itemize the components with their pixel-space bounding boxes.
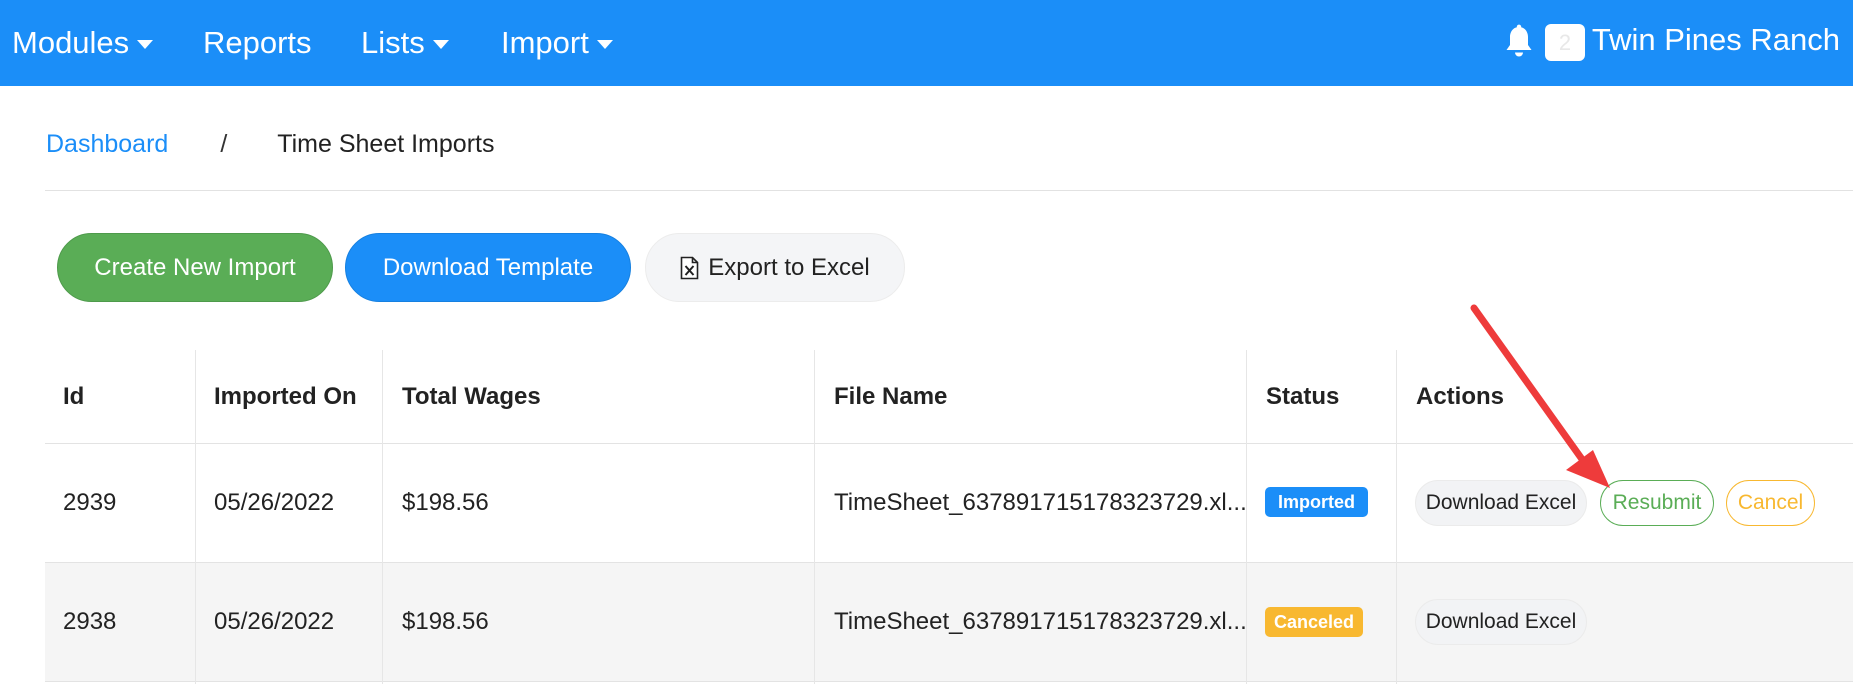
cancel-button[interactable]: Cancel bbox=[1726, 480, 1815, 526]
nav-import-label: Import bbox=[501, 25, 589, 60]
breadcrumb-dashboard-link[interactable]: Dashboard bbox=[46, 130, 168, 159]
resubmit-label: Resubmit bbox=[1612, 491, 1702, 514]
status-badge: Canceled bbox=[1265, 607, 1363, 637]
cell-imported-on: 05/26/2022 bbox=[214, 608, 335, 635]
export-to-excel-button[interactable]: Export to Excel bbox=[645, 233, 905, 302]
chevron-down-icon bbox=[596, 40, 613, 49]
header-divider bbox=[45, 190, 1853, 191]
nav-modules-dropdown[interactable]: Modules bbox=[12, 0, 154, 86]
create-new-import-button[interactable]: Create New Import bbox=[57, 233, 333, 302]
column-header-id[interactable]: Id bbox=[63, 350, 84, 444]
cell-file-name: TimeSheet_637891715178323729.xl... bbox=[834, 489, 1247, 516]
nav-lists-label: Lists bbox=[361, 25, 425, 60]
column-separator bbox=[1396, 350, 1397, 684]
column-separator bbox=[1246, 350, 1247, 684]
create-new-import-label: Create New Import bbox=[94, 253, 296, 281]
annotation-arrow-icon bbox=[1470, 304, 1610, 488]
bell-icon[interactable] bbox=[1503, 24, 1535, 60]
column-separator bbox=[195, 350, 196, 684]
column-header-total-wages[interactable]: Total Wages bbox=[402, 350, 541, 444]
breadcrumb: Dashboard / Time Sheet Imports bbox=[46, 122, 494, 166]
nav-modules-label: Modules bbox=[12, 25, 130, 60]
notification-count-badge[interactable]: 2 bbox=[1545, 24, 1585, 61]
organization-name[interactable]: Twin Pines Ranch bbox=[1592, 0, 1840, 80]
breadcrumb-separator: / bbox=[220, 129, 228, 158]
cell-id: 2939 bbox=[63, 489, 117, 516]
row-divider bbox=[45, 681, 1853, 682]
table-row: 2938 05/26/2022 $198.56 TimeSheet_637891… bbox=[45, 563, 1853, 681]
cancel-label: Cancel bbox=[1737, 491, 1804, 514]
breadcrumb-current-page: Time Sheet Imports bbox=[277, 129, 495, 158]
cell-id: 2938 bbox=[63, 608, 117, 635]
column-separator bbox=[814, 350, 815, 684]
column-header-file-name[interactable]: File Name bbox=[834, 350, 947, 444]
top-navbar: Modules Reports Lists Import 2 Twin Pine… bbox=[0, 0, 1853, 86]
nav-lists-dropdown[interactable]: Lists bbox=[361, 0, 449, 86]
column-separator bbox=[382, 350, 383, 684]
column-header-imported-on[interactable]: Imported On bbox=[214, 350, 357, 444]
chevron-down-icon bbox=[432, 40, 449, 49]
download-excel-label: Download Excel bbox=[1425, 610, 1577, 633]
cell-imported-on: 05/26/2022 bbox=[214, 489, 335, 516]
nav-import-dropdown[interactable]: Import bbox=[501, 0, 613, 86]
nav-reports-link[interactable]: Reports bbox=[203, 0, 312, 86]
status-badge: Imported bbox=[1265, 487, 1368, 517]
cell-total-wages: $198.56 bbox=[402, 489, 489, 516]
download-template-label: Download Template bbox=[382, 253, 594, 281]
excel-file-icon bbox=[680, 256, 699, 279]
download-excel-button[interactable]: Download Excel bbox=[1415, 599, 1587, 645]
cell-total-wages: $198.56 bbox=[402, 608, 489, 635]
export-to-excel-label: Export to Excel bbox=[708, 253, 870, 281]
nav-reports-label: Reports bbox=[203, 25, 312, 60]
download-template-button[interactable]: Download Template bbox=[345, 233, 631, 302]
cell-file-name: TimeSheet_637891715178323729.xl... bbox=[834, 608, 1247, 635]
column-header-status[interactable]: Status bbox=[1266, 350, 1339, 444]
chevron-down-icon bbox=[137, 40, 154, 49]
